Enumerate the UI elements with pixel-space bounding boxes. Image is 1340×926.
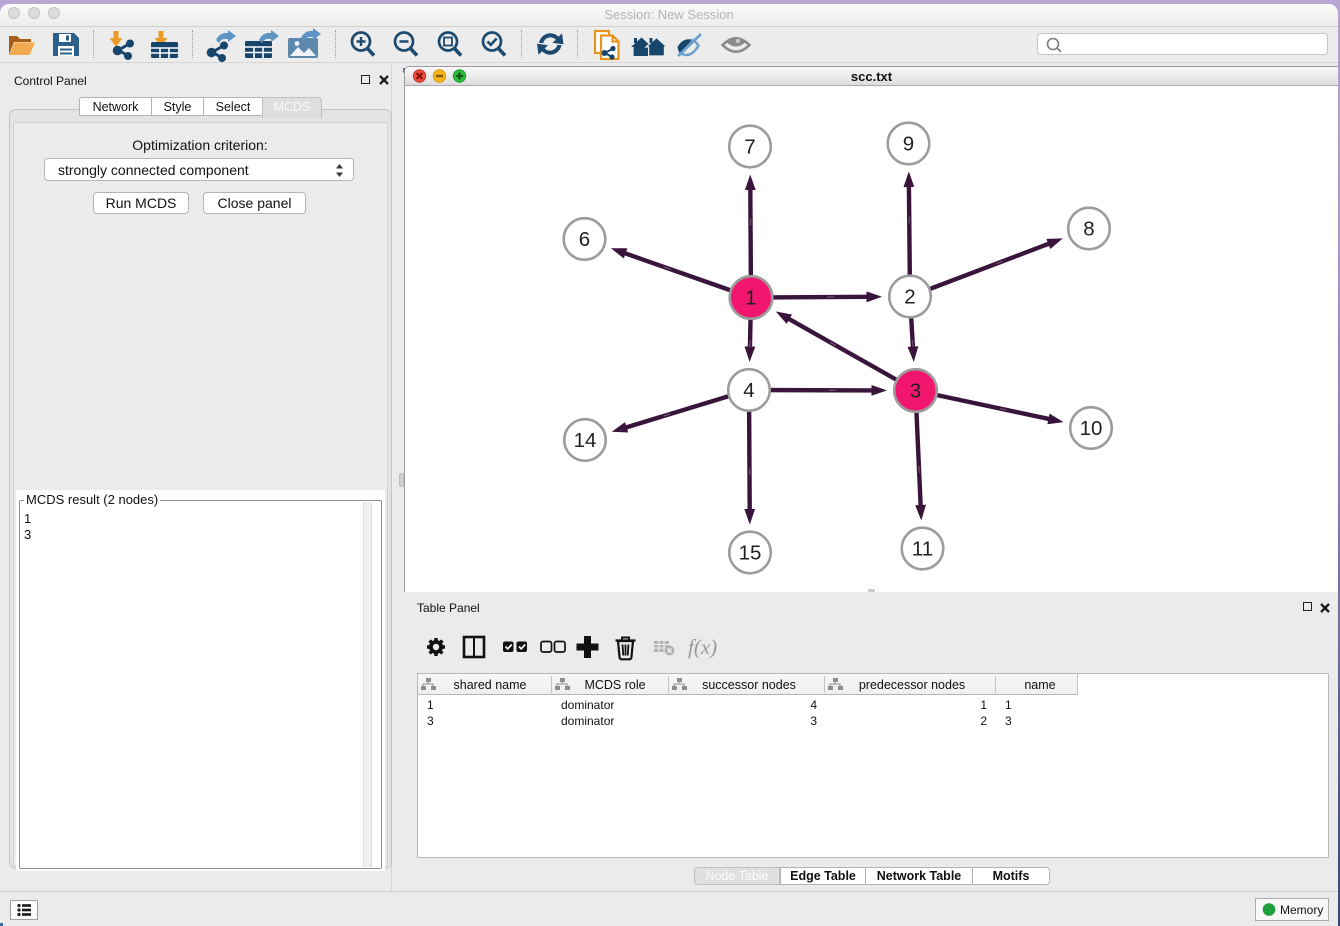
svg-text:dominator: dominator <box>561 714 614 728</box>
svg-text:1: 1 <box>980 698 987 712</box>
svg-text:MCDS role: MCDS role <box>584 678 645 692</box>
svg-text:1: 1 <box>745 287 756 310</box>
svg-text:3: 3 <box>1005 714 1012 728</box>
svg-text:10: 10 <box>1080 417 1103 440</box>
svg-text:3: 3 <box>427 714 434 728</box>
svg-text:f(x): f(x) <box>688 635 717 659</box>
svg-text:14: 14 <box>574 429 597 452</box>
svg-text:6: 6 <box>579 228 590 251</box>
svg-text:successor nodes: successor nodes <box>702 678 796 692</box>
svg-text:9: 9 <box>903 133 914 156</box>
svg-text:7: 7 <box>744 136 755 159</box>
svg-text:1: 1 <box>1005 698 1012 712</box>
svg-text:2: 2 <box>980 714 987 728</box>
svg-text:15: 15 <box>739 542 762 565</box>
svg-text:name: name <box>1024 678 1055 692</box>
svg-text:3: 3 <box>810 714 817 728</box>
svg-text:shared name: shared name <box>454 678 527 692</box>
svg-text:predecessor nodes: predecessor nodes <box>859 678 965 692</box>
svg-text:8: 8 <box>1083 218 1094 241</box>
svg-text:1: 1 <box>427 698 434 712</box>
svg-text:2: 2 <box>904 286 915 309</box>
svg-text:dominator: dominator <box>561 698 614 712</box>
svg-text:11: 11 <box>912 538 933 561</box>
svg-text:3: 3 <box>910 380 921 403</box>
svg-text:4: 4 <box>810 698 817 712</box>
svg-text:4: 4 <box>743 379 754 402</box>
